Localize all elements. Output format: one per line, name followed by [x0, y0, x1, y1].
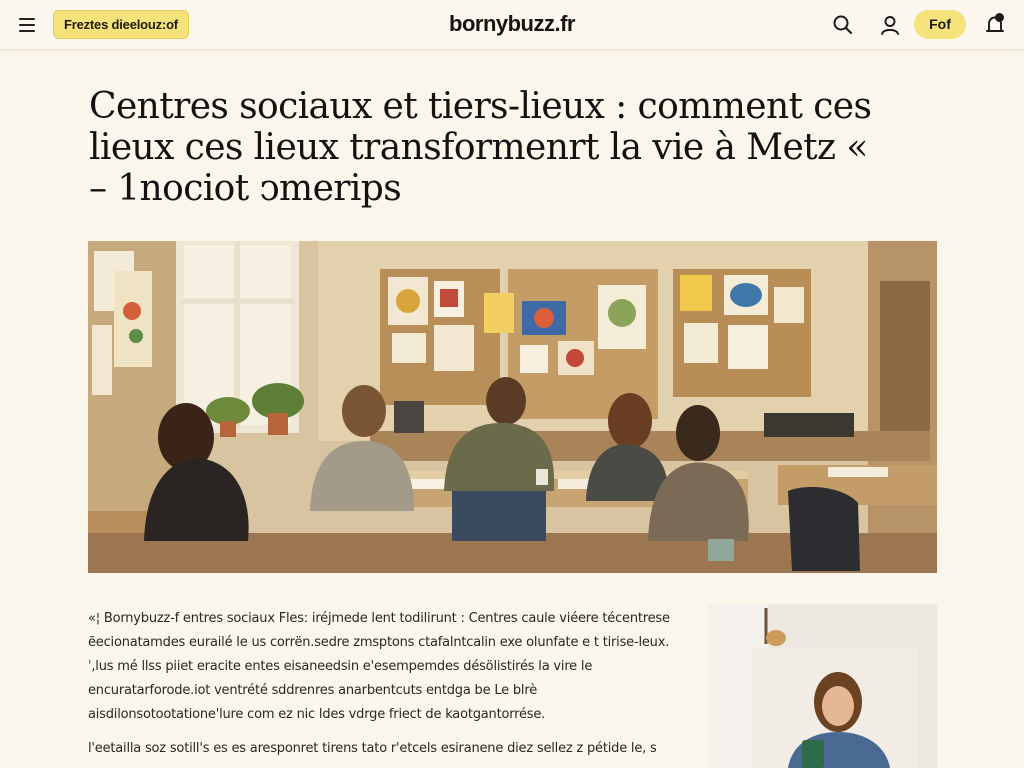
user-icon[interactable] — [878, 13, 902, 37]
side-photo — [708, 604, 937, 768]
notification-badge — [995, 13, 1004, 22]
article-body: «¦ Bornybuzz-f entres sociaux Fles: iréj… — [88, 607, 688, 761]
hero-image — [88, 241, 937, 573]
search-icon[interactable] — [831, 13, 855, 37]
article-headline: Centres sociaux et tiers-lieux : comment… — [89, 86, 872, 209]
subscribe-button[interactable]: Fof — [914, 10, 966, 39]
article-paragraph: «¦ Bornybuzz-f entres sociaux Fles: iréj… — [88, 611, 670, 722]
article-paragraph: l'eetailla soz sotill's es es aresponret… — [88, 741, 657, 756]
site-header: Freztes dieelouz:of bornybuzz.fr Fof — [0, 0, 1024, 50]
site-logo[interactable]: bornybuzz.fr — [0, 11, 1024, 37]
